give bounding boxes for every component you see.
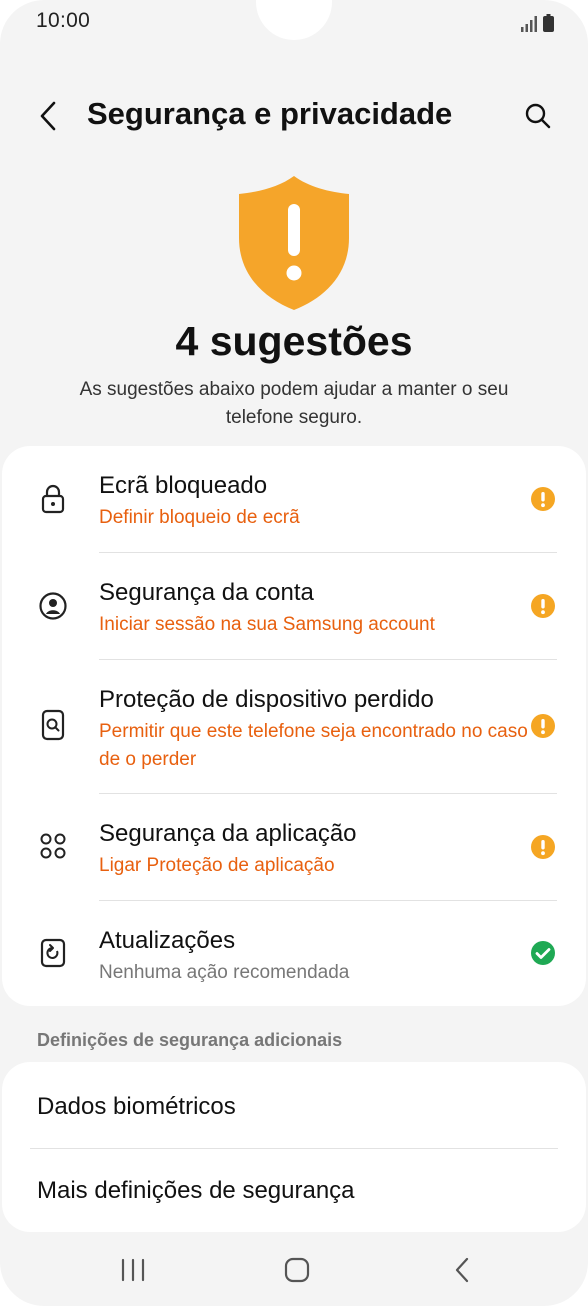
app-header: Segurança e privacidade xyxy=(0,88,588,144)
suggestion-title: Ecrã bloqueado xyxy=(99,472,268,499)
biometrics-item[interactable]: Dados biométricos xyxy=(2,1064,586,1148)
section-label-additional: Definições de segurança adicionais xyxy=(37,1030,343,1050)
additional-settings-card: Dados biométricos Mais definições de seg… xyxy=(2,1062,586,1232)
suggestion-subtitle: Nenhuma ação recomendada xyxy=(99,962,350,983)
search-button[interactable] xyxy=(516,94,560,138)
status-bar: 10:00 xyxy=(0,0,588,44)
more-security-settings-label: Mais definições de segurança xyxy=(37,1177,355,1204)
back-button[interactable] xyxy=(26,94,70,138)
suggestion-row-lost-device[interactable]: Proteção de dispositivo perdido Permitir… xyxy=(2,660,586,793)
suggestions-card: Ecrã bloqueado Definir bloqueio de ecrã … xyxy=(2,446,586,1006)
biometrics-label: Dados biométricos xyxy=(37,1093,236,1120)
lock-icon xyxy=(38,484,68,514)
suggestion-title: Proteção de dispositivo perdido xyxy=(99,686,434,713)
warning-icon xyxy=(531,835,555,859)
suggestion-description: As sugestões abaixo podem ajudar a mante… xyxy=(79,379,509,428)
home-icon xyxy=(284,1257,310,1283)
account-icon xyxy=(38,591,68,621)
shield-warning-icon xyxy=(239,176,349,310)
chevron-left-icon xyxy=(40,101,56,131)
navigation-bar xyxy=(0,1240,588,1300)
warning-icon xyxy=(531,487,555,511)
suggestion-title: Segurança da aplicação xyxy=(99,820,357,847)
status-icons xyxy=(521,12,554,32)
find-device-icon xyxy=(38,709,68,741)
check-circle-icon xyxy=(531,941,555,965)
suggestion-count: 4 sugestões xyxy=(175,318,413,364)
recent-apps-icon xyxy=(121,1258,145,1282)
page-title: Segurança e privacidade xyxy=(87,96,453,131)
suggestion-row-app-security[interactable]: Segurança da aplicação Ligar Proteção de… xyxy=(2,794,586,900)
home-button[interactable] xyxy=(267,1248,327,1292)
suggestion-title: Segurança da conta xyxy=(99,579,314,606)
recent-apps-button[interactable] xyxy=(103,1248,163,1292)
back-nav-icon xyxy=(455,1257,469,1283)
suggestion-subtitle: Definir bloqueio de ecrã xyxy=(99,507,300,528)
suggestion-title: Atualizações xyxy=(99,927,236,954)
update-icon xyxy=(38,938,68,968)
status-time: 10:00 xyxy=(36,9,91,32)
search-icon xyxy=(525,103,551,129)
camera-notch xyxy=(256,0,332,40)
more-security-settings-item[interactable]: Mais definições de segurança xyxy=(2,1149,586,1233)
suggestion-subtitle: Iniciar sessão na sua Samsung account xyxy=(99,614,435,635)
signal-icon xyxy=(521,16,537,32)
back-nav-button[interactable] xyxy=(432,1248,492,1292)
suggestion-row-lock-screen[interactable]: Ecrã bloqueado Definir bloqueio de ecrã xyxy=(2,446,586,552)
warning-icon xyxy=(531,714,555,738)
suggestion-row-account-security[interactable]: Segurança da conta Iniciar sessão na sua… xyxy=(2,553,586,659)
suggestion-subtitle: Ligar Proteção de aplicação xyxy=(99,855,335,876)
suggestion-row-updates[interactable]: Atualizações Nenhuma ação recomendada xyxy=(2,901,586,1006)
suggestion-subtitle: Permitir que este telefone seja encontra… xyxy=(99,721,528,770)
phone-screen: 10:00 Segurança e privacidade 4 sugestõe… xyxy=(0,0,588,1306)
battery-icon xyxy=(543,14,554,32)
warning-icon xyxy=(531,594,555,618)
apps-icon xyxy=(38,831,68,861)
